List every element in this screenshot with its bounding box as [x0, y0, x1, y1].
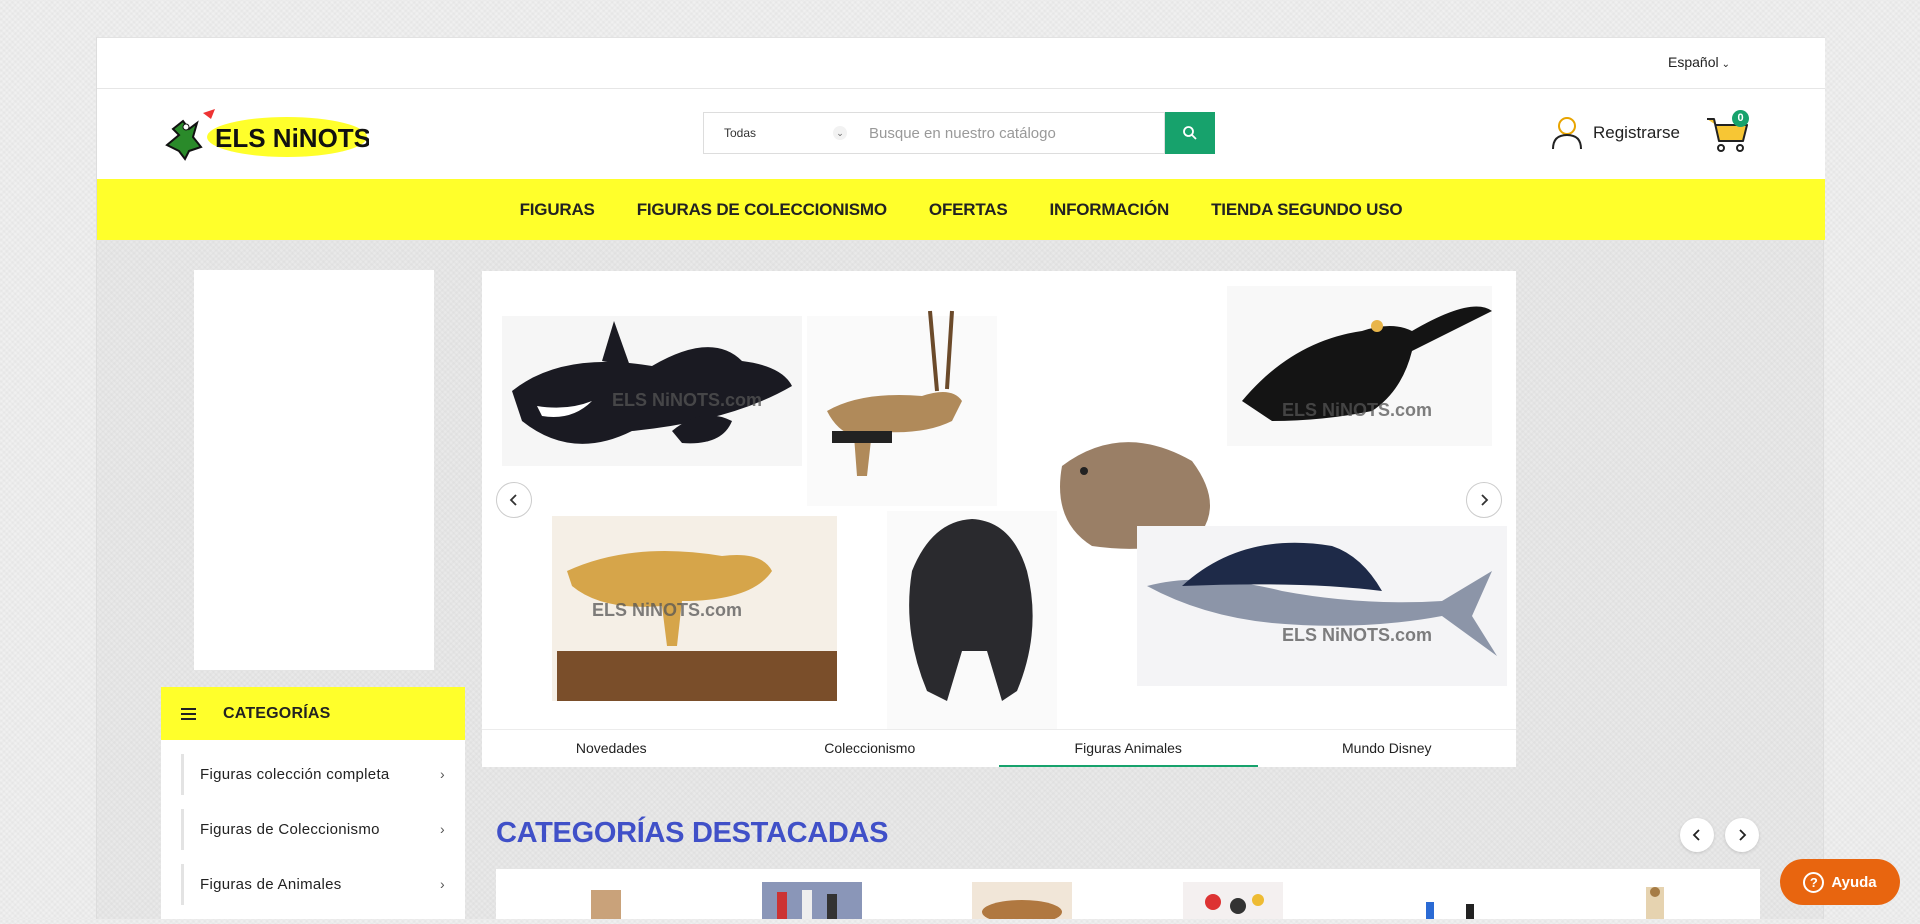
hero-slider: ELS NiNOTS.com ELS NiNOTS.com ELS NiNOTS…	[482, 271, 1516, 767]
search-category-select[interactable]: Todas ⌄	[703, 112, 855, 154]
slide-image-animal-figures[interactable]: ELS NiNOTS.com ELS NiNOTS.com ELS NiNOTS…	[482, 271, 1516, 729]
search-input[interactable]	[855, 112, 1165, 154]
chevron-right-icon: ›	[440, 876, 445, 892]
featured-category-thumb[interactable]	[972, 882, 1072, 924]
help-button[interactable]: ? Ayuda	[1780, 859, 1900, 905]
hamburger-menu-icon	[181, 707, 196, 720]
search-category-label: Todas	[724, 126, 757, 140]
chevron-right-icon: ›	[440, 821, 445, 837]
slide-watermark: ELS NiNOTS.com	[592, 600, 742, 620]
featured-category-thumb[interactable]	[566, 882, 666, 919]
slide-watermark: ELS NiNOTS.com	[1282, 400, 1432, 420]
page-container: Español ⌄ ELS NiNOTS Todas ⌄ Busque en n…	[96, 37, 1825, 924]
account-label: Registrarse	[1593, 123, 1680, 142]
featured-categories-strip	[496, 869, 1760, 924]
slider-prev-button[interactable]	[496, 482, 532, 518]
featured-category-thumb[interactable]	[1183, 882, 1283, 919]
chevron-right-icon	[1481, 494, 1489, 506]
chevron-right-icon: ›	[440, 766, 445, 782]
tab-novedades[interactable]: Novedades	[482, 730, 741, 767]
main-nav: FIGURAS FIGURAS DE COLECCIONISMO OFERTAS…	[97, 179, 1825, 240]
featured-category-thumb[interactable]	[762, 882, 862, 919]
categories-header[interactable]: CATEGORÍAS	[161, 687, 465, 740]
header: ELS NiNOTS Todas ⌄ Registrarse	[97, 89, 1825, 179]
nav-item-tienda-segundo-uso[interactable]: TIENDA SEGUNDO USO	[1190, 200, 1423, 220]
nav-item-informacion[interactable]: INFORMACIÓN	[1028, 200, 1190, 220]
chevron-down-icon: ⌄	[833, 126, 847, 140]
chevron-down-icon: ⌄	[1721, 59, 1730, 70]
search-button[interactable]	[1165, 112, 1215, 154]
featured-category-thumb[interactable]	[1606, 882, 1706, 919]
cart-button[interactable]: 0	[1705, 110, 1751, 157]
chevron-left-icon	[509, 494, 517, 506]
categories-title: CATEGORÍAS	[223, 704, 331, 722]
category-label: Figuras de Coleccionismo	[200, 821, 380, 838]
category-item-coleccion-completa[interactable]: Figuras colección completa ›	[181, 754, 445, 795]
chevron-left-icon	[1692, 829, 1700, 841]
top-bar: Español ⌄	[97, 37, 1825, 89]
slider-tabs: Novedades Coleccionismo Figuras Animales…	[482, 729, 1516, 767]
help-label: Ayuda	[1831, 873, 1877, 891]
chevron-right-icon	[1739, 829, 1747, 841]
categories-panel: CATEGORÍAS Figuras colección completa › …	[161, 687, 465, 919]
category-label: Figuras colección completa	[200, 766, 390, 783]
slide-watermark: ELS NiNOTS.com	[612, 390, 762, 410]
search-bar: Todas ⌄	[703, 112, 1215, 154]
slider-next-button[interactable]	[1466, 482, 1502, 518]
account-link[interactable]: Registrarse	[1550, 115, 1680, 151]
featured-category-thumb[interactable]	[1396, 882, 1496, 919]
featured-next-button[interactable]	[1725, 818, 1759, 852]
question-icon: ?	[1803, 871, 1825, 893]
featured-categories-title: CATEGORÍAS DESTACADAS	[496, 817, 889, 849]
category-label: Figuras de Animales	[200, 876, 342, 893]
nav-item-ofertas[interactable]: OFERTAS	[908, 200, 1029, 220]
logo-text: ELS NiNOTS	[215, 123, 369, 153]
tab-coleccionismo[interactable]: Coleccionismo	[741, 730, 1000, 767]
language-label: Español	[1668, 54, 1719, 70]
tab-figuras-animales[interactable]: Figuras Animales	[999, 730, 1258, 767]
category-item-animales[interactable]: Figuras de Animales ›	[181, 864, 445, 905]
category-item-coleccionismo[interactable]: Figuras de Coleccionismo ›	[181, 809, 445, 850]
slide-watermark: ELS NiNOTS.com	[1282, 625, 1432, 645]
user-icon	[1552, 117, 1582, 150]
nav-item-figuras-coleccionismo[interactable]: FIGURAS DE COLECCIONISMO	[616, 200, 908, 220]
sidebar-banner-placeholder	[194, 270, 434, 670]
tab-mundo-disney[interactable]: Mundo Disney	[1258, 730, 1517, 767]
featured-prev-button[interactable]	[1680, 818, 1714, 852]
cart-count-badge: 0	[1732, 110, 1749, 127]
language-selector[interactable]: Español ⌄	[1668, 54, 1730, 70]
search-icon	[1183, 126, 1197, 140]
nav-item-figuras[interactable]: FIGURAS	[499, 200, 616, 220]
site-logo[interactable]: ELS NiNOTS	[159, 107, 371, 161]
